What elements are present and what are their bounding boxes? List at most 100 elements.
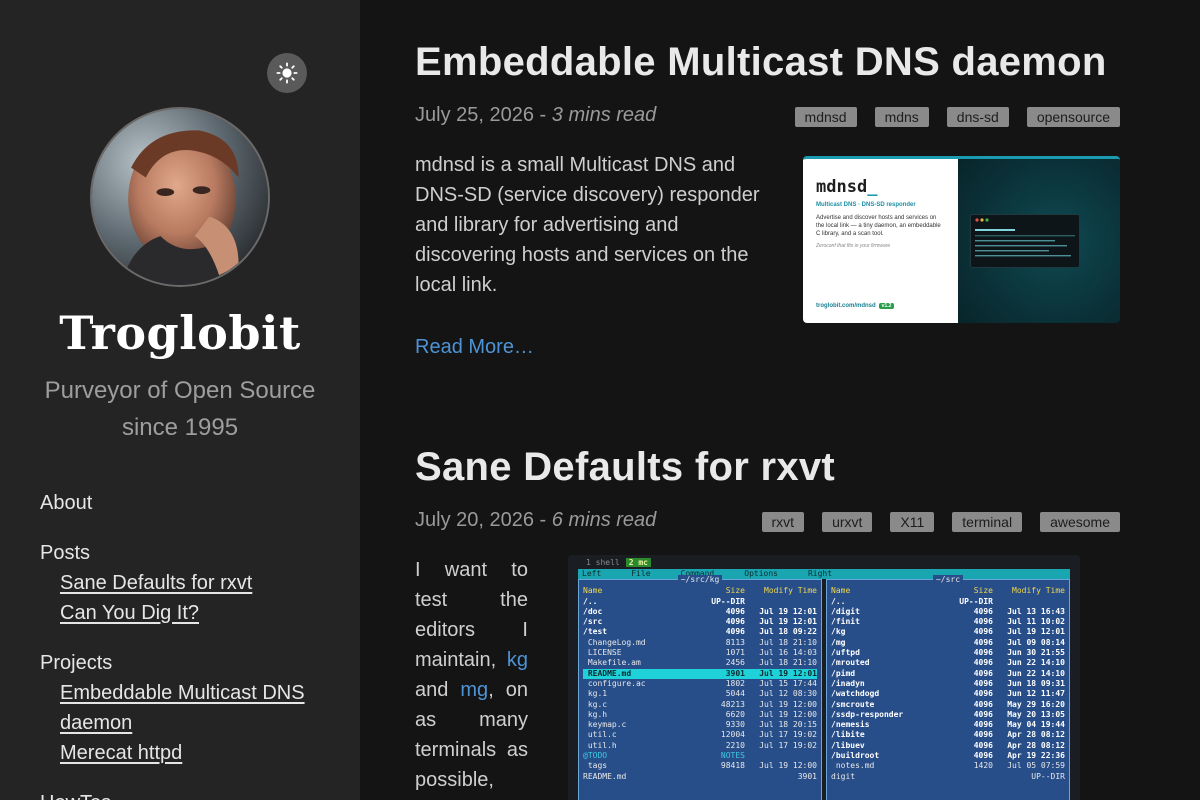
tag[interactable]: terminal: [952, 512, 1023, 532]
nav-projects[interactable]: Projects: [40, 648, 340, 678]
mc-file-name: /doc: [583, 606, 603, 616]
nav-posts[interactable]: Posts: [40, 538, 340, 568]
mc-file-name: /inadyn: [831, 678, 865, 688]
mc-file-row: /inadyn 4096 Jun 18 09:31: [831, 679, 1065, 689]
avatar-portrait: [92, 109, 268, 285]
tag[interactable]: awesome: [1040, 512, 1120, 532]
mc-column-header: Name Size Modify Time: [831, 586, 1065, 596]
mc-file-row: /pimd 4096 Jun 22 14:10: [831, 669, 1065, 679]
mg-link[interactable]: mg: [460, 679, 488, 701]
mc-file-row: /kg 4096 Jul 19 12:01: [831, 627, 1065, 637]
thumbnail-brand: mdnsd_: [816, 177, 946, 197]
mc-file-size: 3901: [725, 668, 745, 678]
tag[interactable]: mdnsd: [794, 107, 857, 127]
nav-project-merecat[interactable]: Merecat httpd: [60, 738, 340, 768]
mc-file-name: kg.h: [583, 709, 608, 719]
tag[interactable]: mdns: [874, 107, 929, 127]
post-excerpt: I want to test the editors I maintain, k…: [415, 555, 528, 795]
tag[interactable]: rxvt: [761, 512, 805, 532]
meta-separator: -: [539, 104, 547, 126]
mc-file-size: 1420: [973, 761, 993, 771]
tag[interactable]: urxvt: [822, 512, 873, 532]
site-tagline: Purveyor of Open Source since 1995: [44, 377, 316, 441]
mc-file-size: 1802: [725, 678, 745, 688]
mc-col-name: Name: [831, 586, 851, 596]
mc-file-size: 5044: [725, 689, 745, 699]
mc-file-row: kg.c 48213 Jul 19 12:00: [583, 700, 817, 710]
mc-file-name: kg.c: [583, 699, 608, 709]
mc-file-size: 4096: [973, 658, 993, 668]
mc-file-name: tags: [583, 761, 608, 771]
nav-project-mdnsd[interactable]: Embeddable Multicast DNS daemon: [60, 678, 340, 738]
mc-file-name: kg.1: [583, 689, 608, 699]
mc-file-time: Jul 19 12:01: [759, 617, 817, 627]
mc-file-size: 2210: [725, 740, 745, 750]
version-badge: v1.2: [878, 303, 895, 309]
mc-file-row: keymap.c 9330 Jul 18 20:15: [583, 720, 817, 730]
mc-panel-path-text: ~/src/kg: [677, 575, 723, 584]
mc-file-time: Jul 18 21:10: [759, 658, 817, 668]
mc-file-time: [745, 597, 817, 607]
thumbnail-url: troglobit.com/mdnsd v1.2: [816, 303, 895, 309]
mc-file-name: /kg: [831, 627, 846, 637]
nav-post-can-you-dig-it[interactable]: Can You Dig It?: [60, 598, 340, 628]
post-meta: July 25, 2026 - 3 mins read: [415, 104, 656, 127]
mc-file-size: 4096: [973, 720, 993, 730]
sidebar: Troglobit Purveyor of Open Source since …: [0, 0, 360, 800]
terminal-screenshot[interactable]: 1 shell 2 mc Left File Command Options R…: [568, 555, 1080, 800]
kg-link[interactable]: kg: [507, 649, 528, 671]
mc-file-name: /digit: [831, 606, 860, 616]
mc-file-row: /nemesis 4096 May 04 19:44: [831, 720, 1065, 730]
mc-file-time: May 20 13:05: [1007, 709, 1065, 719]
nav-about[interactable]: About: [40, 488, 340, 518]
mc-file-name: keymap.c: [583, 720, 627, 730]
mc-file-time: Jul 16 14:03: [759, 648, 817, 658]
mc-file-row: /smcroute 4096 May 29 16:20: [831, 700, 1065, 710]
mc-file-time: May 04 19:44: [1007, 720, 1065, 730]
terminal-tab-active: 2 mc: [625, 557, 651, 567]
post-tags: mdnsd mdns dns-sd opensource: [794, 107, 1120, 127]
mc-file-name: /src: [583, 617, 603, 627]
thumbnail-brand-text: mdnsd: [816, 177, 868, 197]
thumbnail-terminal-area: [958, 159, 1120, 323]
mc-file-name: /mrouted: [831, 658, 870, 668]
mc-file-name: util.h: [583, 740, 617, 750]
read-more-link[interactable]: Read More…: [415, 336, 534, 359]
mc-col-modify: Modify Time: [1012, 586, 1065, 596]
mc-file-size: 4096: [973, 648, 993, 658]
nav-howtos[interactable]: HowTos: [40, 788, 340, 800]
terminal-tabs: 1 shell 2 mc: [568, 555, 1080, 569]
tag[interactable]: dns-sd: [946, 107, 1009, 127]
mc-file-size: [945, 772, 993, 782]
mc-file-size: NOTES: [720, 751, 745, 761]
tag[interactable]: opensource: [1026, 107, 1120, 127]
thumbnail-note: Zeroconf that fits in your firmware: [816, 243, 891, 249]
post-title[interactable]: Embeddable Multicast DNS daemon: [415, 40, 1107, 85]
site-title[interactable]: Troglobit: [0, 306, 360, 360]
thumbnail-description: Advertise and discover hosts and service…: [816, 215, 941, 237]
mc-file-name: /finit: [831, 617, 860, 627]
mc-file-time: Jul 19 12:01: [1007, 627, 1065, 637]
mc-file-size: UP--DIR: [959, 596, 993, 606]
tag[interactable]: X11: [890, 512, 935, 532]
mc-file-time: Apr 28 08:12: [1007, 730, 1065, 740]
terminal-tab: 1 shell: [586, 557, 620, 567]
mc-file-row: ChangeLog.md 8113 Jul 18 21:10: [583, 638, 817, 648]
mc-file-row: tags 98418 Jul 19 12:00: [583, 761, 817, 771]
mc-left-panel: ~/src/kg Name Size Modify Time /.. UP--DIR/do…: [578, 575, 822, 800]
mc-file-name: README.md: [583, 668, 632, 678]
theme-toggle-button[interactable]: [267, 53, 307, 93]
mc-file-name: /pimd: [831, 668, 856, 678]
mc-file-time: Jul 18 20:15: [759, 720, 817, 730]
mc-file-time: Jul 17 19:02: [759, 740, 817, 750]
mc-file-row: Makefile.am 2456 Jul 18 21:10: [583, 658, 817, 668]
mc-file-name: Makefile.am: [583, 658, 641, 668]
mc-file-row: /buildroot 4096 Apr 19 22:36: [831, 751, 1065, 761]
post-title[interactable]: Sane Defaults for rxvt: [415, 445, 835, 490]
mc-file-row: /uftpd 4096 Jun 30 21:55: [831, 648, 1065, 658]
nav-post-sane-defaults[interactable]: Sane Defaults for rxvt: [60, 568, 340, 598]
mc-file-name: /..: [583, 596, 598, 606]
mc-col-name: Name: [583, 586, 603, 596]
sun-icon: [276, 62, 298, 84]
post-thumbnail[interactable]: mdnsd_ Multicast DNS · DNS-SD responder …: [803, 156, 1120, 323]
